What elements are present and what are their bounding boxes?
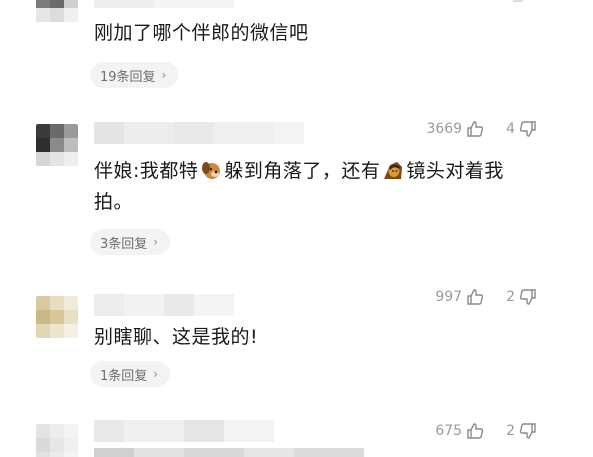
dislike-button[interactable]: 2 — [506, 422, 537, 440]
comment-feed: 刚加了哪个伴郎的微信吧 19条回复 › 3669 4 伴娘:我都特 躲到角落了，… — [0, 0, 593, 457]
comment-text-blurred — [94, 448, 364, 457]
thumbs-up-icon — [467, 423, 484, 439]
like-button[interactable]: 675 — [435, 422, 484, 440]
username-blurred — [94, 420, 294, 442]
comment-stats: 675 2 — [435, 422, 537, 440]
like-count: 675 — [435, 423, 463, 439]
avatar[interactable] — [36, 424, 78, 457]
comment-item: 675 2 — [0, 0, 593, 457]
dislike-count: 2 — [506, 423, 515, 439]
thumbs-down-icon — [519, 423, 536, 439]
